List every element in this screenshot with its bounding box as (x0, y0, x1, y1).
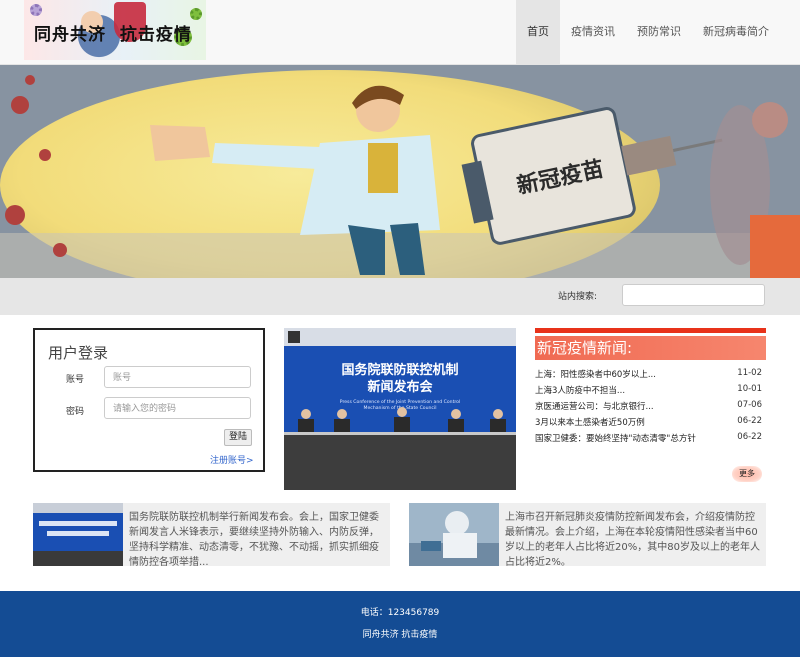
site-header: 同舟共济 抗击疫情 首页 疫情资讯 预防常识 新冠病毒简介 (0, 0, 800, 65)
news-top-bar (535, 328, 766, 333)
news-item-title: 3月以来本土感染者近50万例 (535, 418, 645, 428)
article-thumbnail (409, 503, 499, 566)
photo-banner-subtitle-1: Press Conference of the Joint Prevention… (340, 399, 461, 405)
news-item[interactable]: 上海3人防疫中不担当... 10-01 (535, 384, 766, 400)
news-item-title: 国家卫健委：要始终坚持"动态清零"总方针 (535, 434, 696, 444)
nav-item-news[interactable]: 疫情资讯 (560, 0, 626, 64)
news-item-date: 07-06 (737, 400, 762, 410)
register-link[interactable]: 注册账号> (210, 453, 254, 466)
photo-banner-title-1: 国务院联防联控机制 (341, 362, 458, 378)
footer-slogan: 同舟共济 抗击疫情 (362, 630, 438, 640)
article-summary: 上海市召开新冠肺炎疫情防控新闻发布会，介绍疫情防控最新情况。会上介绍，上海在本轮… (505, 512, 760, 566)
news-item-date: 06-22 (737, 432, 762, 442)
news-item-title: 上海3人防疫中不担当... (535, 386, 626, 396)
nav-item-virus-intro[interactable]: 新冠病毒简介 (692, 0, 780, 64)
news-item[interactable]: 上海：阳性感染者中60岁以上... 11-02 (535, 368, 766, 384)
login-button[interactable]: 登陆 (224, 429, 252, 446)
photo-banner-title-2: 新闻发布会 (367, 379, 433, 395)
news-item-title: 上海：阳性感染者中60岁以上... (535, 370, 656, 380)
hero-banner: 新冠疫苗 (0, 65, 800, 278)
news-title: 新冠疫情新闻: (535, 336, 766, 360)
news-item[interactable]: 京医通运营公司：与北京银行... 07-06 (535, 400, 766, 416)
more-news-button[interactable]: 更多 (732, 466, 762, 482)
news-item-date: 10-01 (737, 384, 762, 394)
site-search-bar: 站内搜索: (0, 278, 800, 315)
main-nav: 首页 疫情资讯 预防常识 新冠病毒简介 (516, 0, 780, 64)
account-input[interactable] (104, 366, 251, 388)
footer-phone: 电话：123456789 (360, 608, 440, 618)
news-item[interactable]: 国家卫健委：要始终坚持"动态清零"总方针 06-22 (535, 432, 766, 448)
site-footer: 电话：123456789 同舟共济 抗击疫情 (0, 591, 800, 657)
search-input[interactable] (622, 284, 765, 306)
article-card[interactable]: 上海市召开新冠肺炎疫情防控新闻发布会，介绍疫情防控最新情况。会上介绍，上海在本轮… (409, 503, 766, 566)
nav-item-prevention[interactable]: 预防常识 (626, 0, 692, 64)
news-item[interactable]: 3月以来本土感染者近50万例 06-22 (535, 416, 766, 432)
login-panel: 用户登录 账号 密码 登陆 注册账号> (33, 328, 265, 472)
press-conference-image: 国务院联防联控机制 新闻发布会 Press Conference of the … (284, 328, 516, 490)
article-summary: 国务院联防联控机制举行新闻发布会。会上，国家卫健委新闻发言人米锋表示，要继续坚持… (129, 512, 379, 566)
logo-text: 同舟共济 抗击疫情 (34, 25, 192, 45)
password-label: 密码 (66, 407, 85, 417)
news-item-date: 06-22 (737, 416, 762, 426)
doctor-vaccine-illustration: 新冠疫苗 (0, 65, 800, 278)
search-label: 站内搜索: (558, 292, 598, 302)
password-input[interactable] (104, 397, 251, 419)
site-logo[interactable]: 同舟共济 抗击疫情 (24, 0, 206, 60)
nav-item-home[interactable]: 首页 (516, 0, 560, 64)
news-panel: 新冠疫情新闻: 上海：阳性感染者中60岁以上... 11-02 上海3人防疫中不担… (535, 328, 766, 488)
virus-icon (30, 4, 42, 16)
article-card[interactable]: 国务院联防联控机制举行新闻发布会。会上，国家卫健委新闻发言人米锋表示，要继续坚持… (33, 503, 390, 566)
virus-icon (190, 8, 202, 20)
news-item-date: 11-02 (737, 368, 762, 378)
news-item-title: 京医通运营公司：与北京银行... (535, 402, 654, 412)
news-list: 上海：阳性感染者中60岁以上... 11-02 上海3人防疫中不担当... 10-0… (535, 368, 766, 448)
article-thumbnail (33, 503, 123, 566)
account-label: 账号 (66, 375, 85, 385)
press-conference-photo[interactable]: 国务院联防联控机制 新闻发布会 Press Conference of the … (284, 328, 516, 490)
login-title: 用户登录 (48, 344, 109, 362)
